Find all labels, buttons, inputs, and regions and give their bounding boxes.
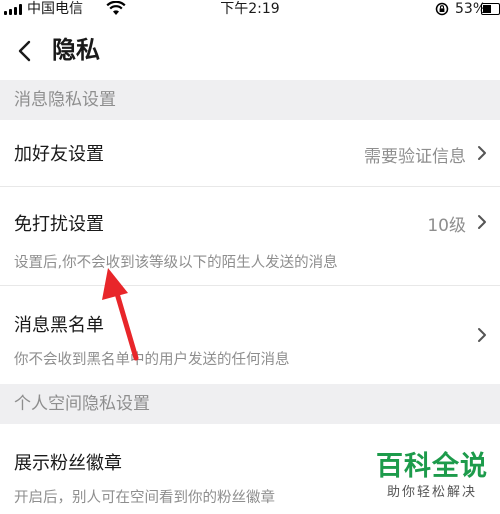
do-not-disturb-setting-row[interactable]: 免打扰设置 10级 设置后,你不会收到该等级以下的陌生人发送的消息	[0, 187, 500, 285]
nav-bar: 隐私	[0, 20, 500, 80]
chevron-right-icon	[478, 328, 486, 342]
back-arrow-icon[interactable]	[14, 38, 36, 64]
row-value: 需要验证信息	[364, 147, 466, 167]
section-header-space-privacy: 个人空间隐私设置	[0, 384, 500, 424]
section-title: 消息隐私设置	[14, 90, 116, 110]
section-title: 个人空间隐私设置	[14, 394, 150, 414]
row-description: 设置后,你不会收到该等级以下的陌生人发送的消息	[14, 255, 338, 271]
page-title: 隐私	[52, 36, 100, 64]
chevron-right-icon	[478, 146, 486, 160]
row-description: 你不会收到黑名单中的用户发送的任何消息	[14, 352, 290, 368]
status-bar: 中国电信 下午2:19 53%	[0, 0, 500, 20]
chevron-right-icon	[478, 215, 486, 229]
row-value: 10级	[427, 216, 466, 236]
rotation-lock-icon	[435, 2, 449, 16]
section-header-message-privacy: 消息隐私设置	[0, 80, 500, 120]
row-label: 展示粉丝徽章	[14, 453, 122, 474]
watermark-brand: 百科全说	[376, 451, 488, 482]
status-time: 下午2:19	[220, 1, 280, 17]
watermark: 百科全说 助你轻松解决	[372, 450, 492, 502]
watermark-slogan: 助你轻松解决	[386, 485, 477, 500]
row-label: 免打扰设置	[14, 214, 104, 235]
row-label: 消息黑名单	[14, 315, 104, 336]
add-friend-setting-row[interactable]: 加好友设置 需要验证信息	[0, 120, 500, 186]
message-blacklist-row[interactable]: 消息黑名单 你不会收到黑名单中的用户发送的任何消息	[0, 286, 500, 384]
battery-icon	[481, 3, 500, 15]
row-description: 开启后，别人可在空间看到你的粉丝徽章	[14, 490, 275, 506]
row-label: 加好友设置	[14, 144, 104, 165]
